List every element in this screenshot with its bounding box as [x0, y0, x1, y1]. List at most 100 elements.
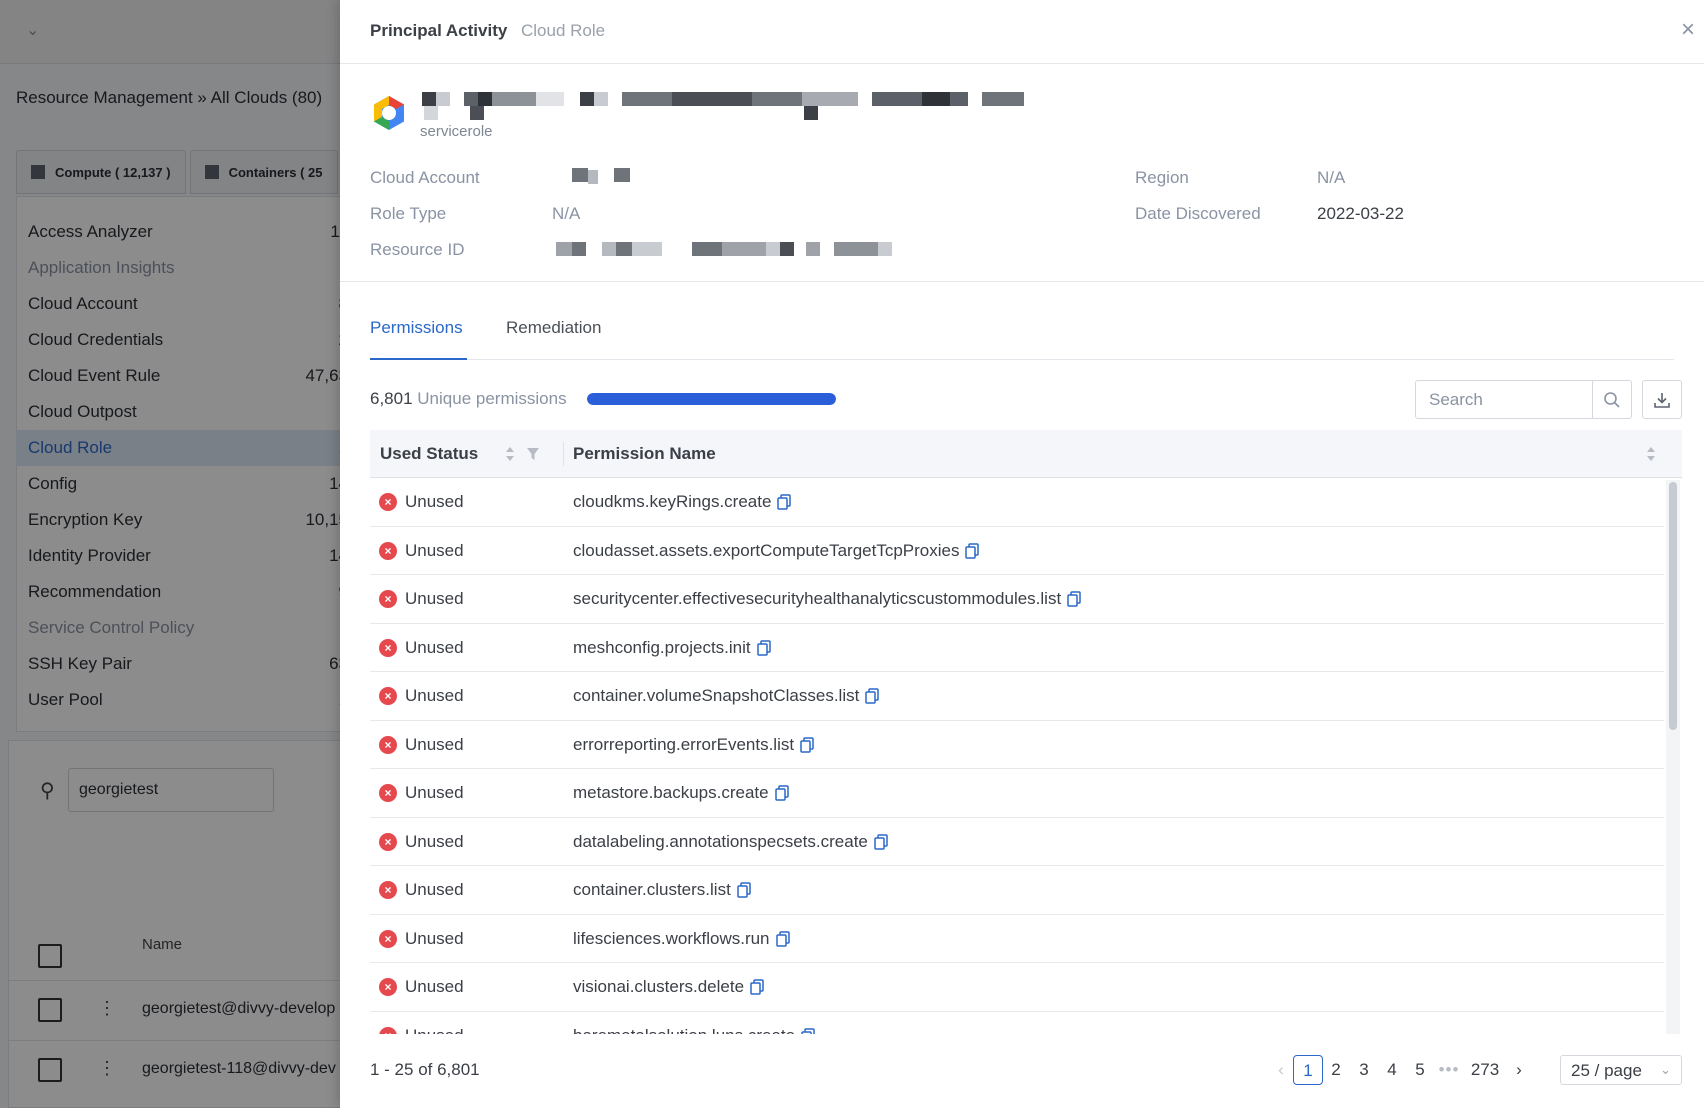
- copy-icon[interactable]: [774, 785, 789, 801]
- modal-overlay[interactable]: [0, 0, 340, 1108]
- chevron-left-icon[interactable]: ‹: [1268, 1055, 1294, 1085]
- used-status-value: Unused: [405, 686, 464, 705]
- copy-icon[interactable]: [801, 1027, 815, 1034]
- table-row[interactable]: × Unused cloudasset.assets.exportComputeTa…: [370, 527, 1664, 575]
- principal-activity-drawer: Principal Activity Cloud Role × servicer…: [340, 0, 1704, 1108]
- column-separator: [563, 442, 564, 466]
- page-size-select[interactable]: 25 / page ⌄: [1560, 1055, 1682, 1085]
- permission-name: metastore.backups.create: [573, 783, 769, 802]
- unused-status-icon: ×: [379, 541, 397, 560]
- table-row[interactable]: × Unused baremetalsolution.luns.create: [370, 1012, 1664, 1035]
- download-icon: [1654, 392, 1670, 408]
- page-3[interactable]: 3: [1349, 1055, 1379, 1085]
- page-1[interactable]: 1: [1293, 1055, 1323, 1085]
- table-row[interactable]: × Unused metastore.backups.create: [370, 769, 1664, 818]
- copy-icon[interactable]: [965, 542, 980, 559]
- unused-status-icon: ×: [379, 735, 397, 754]
- table-row[interactable]: × Unused container.volumeSnapshotClasses.l…: [370, 672, 1664, 721]
- permission-name-cell: visionai.clusters.delete: [573, 977, 764, 997]
- permission-name-cell: cloudasset.assets.exportComputeTargetTcp…: [573, 540, 980, 561]
- date-discovered-label: Date Discovered: [1135, 204, 1261, 223]
- resource-id-label: Resource ID: [370, 240, 465, 259]
- permission-name-cell: meshconfig.projects.init: [573, 638, 771, 658]
- unused-status-icon: ×: [379, 978, 397, 996]
- table-row[interactable]: × Unused datalabeling.annotationspecsets.c…: [370, 818, 1664, 866]
- pagination-ellipsis[interactable]: •••: [1434, 1055, 1464, 1085]
- copy-icon[interactable]: [756, 639, 771, 656]
- divider: [340, 281, 1704, 282]
- table-row[interactable]: × Unused container.clusters.list: [370, 866, 1664, 915]
- used-status-value: Unused: [405, 540, 464, 560]
- used-status-value: Unused: [405, 589, 464, 608]
- permissions-table: Used Status Permission Name × Unused cloud…: [370, 430, 1682, 1034]
- copy-icon[interactable]: [865, 688, 880, 704]
- unused-status-icon: ×: [379, 687, 397, 705]
- unused-status-icon: ×: [379, 638, 397, 657]
- copy-icon[interactable]: [1067, 591, 1081, 607]
- used-status-value: Unused: [405, 928, 464, 948]
- copy-icon[interactable]: [737, 882, 751, 898]
- pagination: ‹ 1 2 3 4 5 ••• 273 ›: [1268, 1055, 1532, 1085]
- permission-name-cell: lifesciences.workflows.run: [573, 929, 790, 949]
- drawer-subtitle: Cloud Role: [521, 21, 606, 40]
- copy-icon[interactable]: [777, 494, 792, 510]
- page-4[interactable]: 4: [1377, 1055, 1407, 1085]
- cloud-account-label: Cloud Account: [370, 168, 480, 187]
- permission-name-cell: metastore.backups.create: [573, 783, 789, 803]
- permission-name-cell: datalabeling.annotationspecsets.create: [573, 832, 888, 852]
- table-row[interactable]: × Unused cloudkms.keyRings.create: [370, 478, 1664, 527]
- unique-permissions-count: 6,801: [370, 389, 413, 408]
- table-scrollbar[interactable]: [1666, 480, 1680, 1034]
- table-row[interactable]: × Unused lifesciences.workflows.run: [370, 915, 1664, 963]
- permission-name: securitycenter.effectivesecurityhealthan…: [573, 589, 1062, 608]
- page-2[interactable]: 2: [1321, 1055, 1351, 1085]
- page-size-value: 25 / page: [1571, 1061, 1642, 1080]
- permission-name: container.volumeSnapshotClasses.list: [573, 686, 860, 705]
- permission-name: lifesciences.workflows.run: [573, 928, 770, 948]
- permission-name: visionai.clusters.delete: [573, 977, 745, 996]
- chevron-right-icon[interactable]: ›: [1506, 1055, 1532, 1085]
- sort-icon[interactable]: [504, 445, 516, 463]
- page-last[interactable]: 273: [1470, 1055, 1500, 1085]
- search-button[interactable]: [1592, 381, 1631, 418]
- permission-search-input[interactable]: [1416, 381, 1592, 418]
- search-icon: [1604, 391, 1620, 408]
- tab-permissions[interactable]: Permissions: [370, 318, 467, 360]
- download-button[interactable]: [1642, 380, 1682, 419]
- copy-icon[interactable]: [775, 930, 790, 947]
- unused-status-icon: ×: [379, 832, 397, 851]
- google-cloud-logo-icon: [374, 96, 404, 130]
- unused-status-icon: ×: [379, 929, 397, 948]
- copy-icon[interactable]: [874, 833, 888, 850]
- filter-icon[interactable]: [526, 447, 540, 461]
- column-used-status[interactable]: Used Status: [380, 444, 478, 464]
- column-permission-name[interactable]: Permission Name: [573, 444, 716, 464]
- drawer-title: Principal Activity: [370, 21, 508, 40]
- table-row[interactable]: × Unused visionai.clusters.delete: [370, 963, 1664, 1012]
- page-5[interactable]: 5: [1405, 1055, 1435, 1085]
- table-header: Used Status Permission Name: [370, 430, 1682, 478]
- scrollbar-thumb[interactable]: [1669, 482, 1677, 730]
- copy-icon[interactable]: [750, 979, 764, 995]
- used-status-value: Unused: [405, 492, 464, 511]
- used-status-value: Unused: [405, 783, 464, 802]
- resource-type-label: servicerole: [420, 123, 493, 140]
- tab-remediation[interactable]: Remediation: [506, 318, 601, 360]
- copy-icon[interactable]: [800, 736, 814, 753]
- table-row[interactable]: × Unused meshconfig.projects.init: [370, 624, 1664, 672]
- table-row[interactable]: × Unused errorreporting.errorEvents.list: [370, 721, 1664, 769]
- drawer-tabs: Permissions Remediation: [370, 318, 1674, 360]
- permission-name: baremetalsolution.luns.create: [573, 1026, 795, 1035]
- table-row[interactable]: × Unused securitycenter.effectivesecurityh…: [370, 575, 1664, 624]
- permission-name: cloudkms.keyRings.create: [573, 492, 772, 511]
- permission-name-cell: container.clusters.list: [573, 880, 751, 900]
- role-type-value: N/A: [552, 204, 581, 223]
- used-status-value: Unused: [405, 734, 464, 754]
- close-icon[interactable]: ×: [1676, 16, 1700, 44]
- cloud-account-value-redacted[interactable]: [572, 168, 634, 184]
- permission-name-cell: baremetalsolution.luns.create: [573, 1026, 815, 1035]
- permission-name: datalabeling.annotationspecsets.create: [573, 831, 868, 851]
- drawer-header: Principal Activity Cloud Role ×: [340, 0, 1704, 64]
- sort-icon[interactable]: [1645, 445, 1657, 463]
- permission-name: cloudasset.assets.exportComputeTargetTcp…: [573, 540, 960, 560]
